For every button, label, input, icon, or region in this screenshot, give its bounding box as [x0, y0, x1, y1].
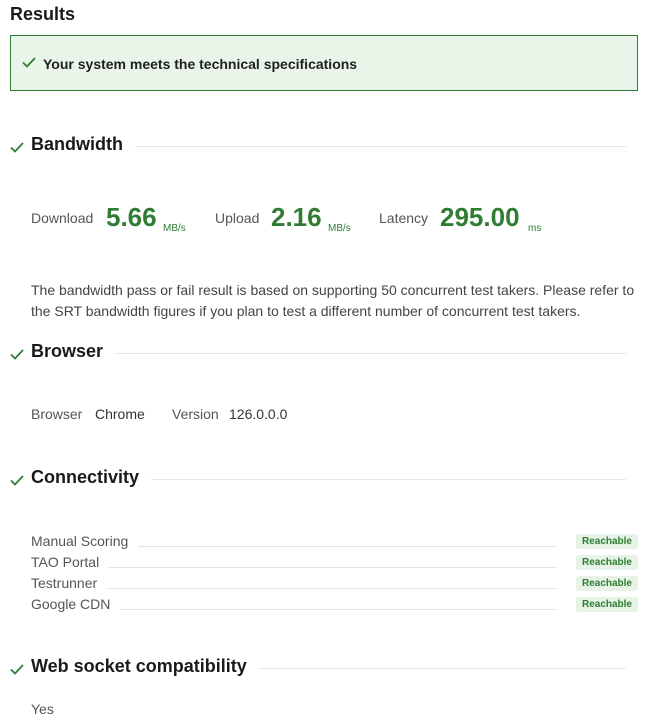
- row-leader-line: [31, 567, 557, 568]
- upload-metric: Upload 2.16 MB/s: [215, 202, 360, 236]
- version-value: 126.0.0.0: [229, 406, 288, 422]
- latency-value: 295.00: [440, 202, 520, 232]
- browser-label: Browser: [31, 406, 83, 422]
- upload-unit: MB/s: [328, 223, 351, 234]
- check-icon: [10, 140, 24, 158]
- page-title: Results: [10, 4, 76, 24]
- connectivity-section-heading: Connectivity: [10, 467, 626, 491]
- connectivity-name: Google CDN: [31, 596, 121, 612]
- browser-heading: Browser: [31, 341, 116, 362]
- connectivity-row-testrunner: Testrunner Reachable: [31, 573, 638, 594]
- check-icon: [10, 347, 24, 365]
- bandwidth-note: The bandwidth pass or fail result is bas…: [31, 282, 635, 319]
- status-badge: Reachable: [575, 576, 638, 591]
- banner-message: Your system meets the technical specific…: [43, 56, 358, 72]
- check-icon: [22, 55, 36, 73]
- upload-value: 2.16: [271, 202, 322, 232]
- status-badge: Reachable: [575, 534, 638, 549]
- check-icon: [10, 473, 24, 491]
- connectivity-name: Manual Scoring: [31, 533, 139, 549]
- check-icon: [10, 662, 24, 680]
- success-banner: Your system meets the technical specific…: [10, 35, 638, 91]
- download-metric: Download 5.66 MB/s: [31, 202, 196, 236]
- bandwidth-heading: Bandwidth: [31, 134, 135, 155]
- bandwidth-section-heading: Bandwidth: [10, 134, 626, 158]
- connectivity-heading: Connectivity: [31, 467, 152, 488]
- connectivity-name: TAO Portal: [31, 554, 110, 570]
- latency-unit: ms: [528, 223, 542, 234]
- websocket-value: Yes: [31, 701, 54, 717]
- status-badge: Reachable: [575, 597, 638, 612]
- download-label: Download: [31, 210, 94, 226]
- download-value: 5.66: [106, 202, 157, 232]
- connectivity-name: Testrunner: [31, 575, 108, 591]
- connectivity-row-tao-portal: TAO Portal Reachable: [31, 552, 638, 573]
- row-leader-line: [31, 588, 557, 589]
- connectivity-row-google-cdn: Google CDN Reachable: [31, 594, 638, 615]
- version-label: Version: [172, 406, 219, 422]
- section-divider: [31, 353, 626, 354]
- browser-value: Chrome: [95, 406, 145, 422]
- upload-label: Upload: [215, 210, 260, 226]
- download-unit: MB/s: [163, 223, 186, 234]
- latency-label: Latency: [379, 210, 429, 226]
- connectivity-row-manual-scoring: Manual Scoring Reachable: [31, 531, 638, 552]
- browser-section-heading: Browser: [10, 341, 626, 365]
- latency-metric: Latency 295.00 ms: [379, 202, 549, 236]
- status-badge: Reachable: [575, 555, 638, 570]
- websocket-heading: Web socket compatibility: [31, 656, 259, 677]
- websocket-section-heading: Web socket compatibility: [10, 656, 626, 680]
